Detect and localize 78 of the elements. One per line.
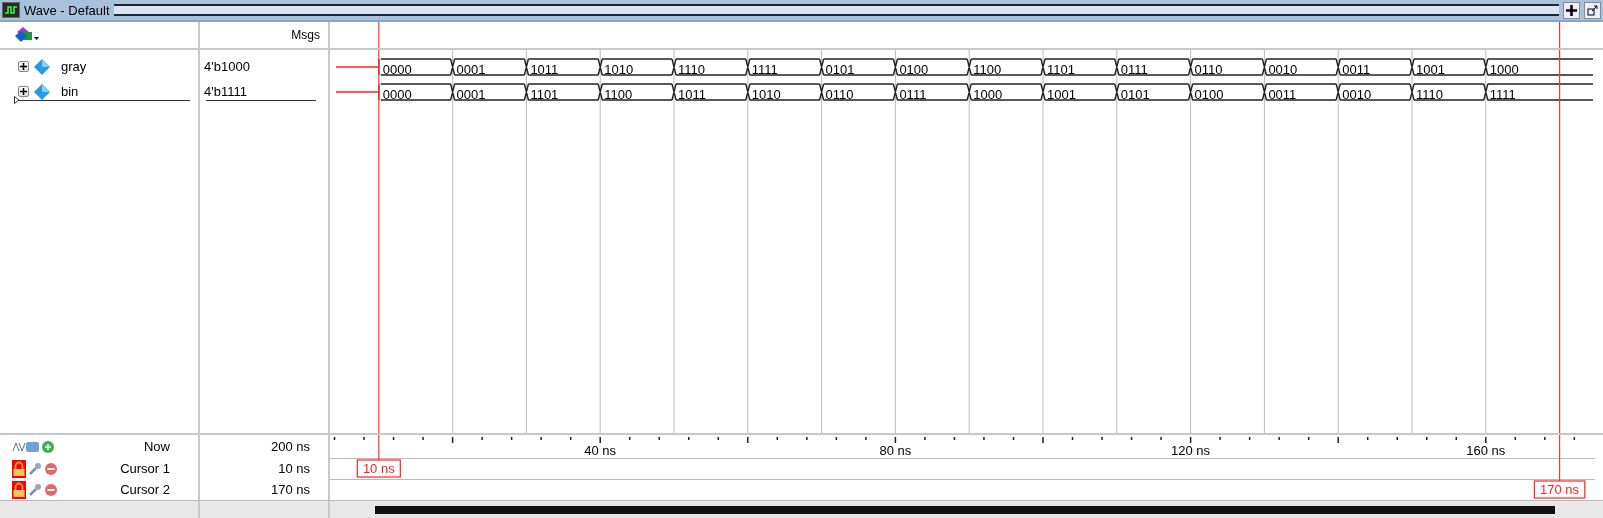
bus-value: 1000	[973, 87, 1003, 102]
bus-value: 0001	[456, 62, 486, 77]
bus-value: 0011	[1268, 87, 1297, 102]
cursor-marker[interactable]: 170 ns	[1533, 480, 1586, 499]
wrench-icon[interactable]	[28, 461, 42, 476]
bus-value: 1011	[530, 62, 559, 77]
bus-value: 1100	[604, 87, 633, 102]
bus-value: 1101	[1047, 62, 1075, 77]
bus-value: 0010	[1342, 87, 1372, 102]
bus-value: 0001	[456, 87, 486, 102]
bus-value: 1000	[1489, 62, 1519, 77]
signal-menu-icon[interactable]	[14, 26, 40, 44]
signal-name[interactable]: bin	[61, 84, 79, 99]
now-label: Now	[144, 439, 170, 454]
scrollbar[interactable]	[0, 500, 200, 518]
bus-value: 1110	[1416, 87, 1443, 102]
bus-value: 0000	[382, 87, 412, 102]
bus-value: 0111	[1120, 62, 1148, 77]
column-header: Msgs	[291, 28, 320, 42]
bus-value: 0011	[1342, 62, 1371, 77]
bus-value: 1100	[973, 62, 1002, 77]
bus-value: 0010	[1268, 62, 1298, 77]
bus-value: 1111	[1489, 87, 1516, 102]
bus-value: 1001	[1047, 87, 1076, 102]
signal-name[interactable]: gray	[61, 59, 87, 74]
cursor-line[interactable]	[378, 22, 380, 48]
title-grip[interactable]	[113, 4, 1559, 16]
bus-value: 0110	[825, 87, 854, 102]
bus-value: 1010	[604, 62, 634, 77]
expand-button[interactable]	[18, 86, 29, 97]
remove-icon[interactable]	[44, 461, 58, 476]
bus-value: 0111	[899, 87, 927, 102]
window-title: Wave - Default	[24, 2, 110, 18]
cursor-line[interactable]	[1559, 435, 1561, 458]
bus-value: 1101	[530, 87, 559, 102]
diamond-icon	[33, 57, 51, 76]
time-label: 80 ns	[879, 443, 912, 458]
wrench-icon[interactable]	[28, 482, 42, 497]
bus-value: 0110	[1194, 62, 1223, 77]
bus-value: 0100	[1194, 87, 1224, 102]
cursor-name: Cursor 2	[120, 482, 170, 497]
undock-icon	[1587, 4, 1598, 16]
cursor-marker[interactable]: 10 ns	[356, 459, 401, 478]
cursor-line[interactable]	[1559, 50, 1561, 433]
bus-value: 1001	[1416, 62, 1445, 77]
scrollbar[interactable]	[330, 500, 1603, 518]
lock-button[interactable]	[12, 480, 26, 499]
cursor-line[interactable]	[378, 50, 380, 433]
toolbar-icons[interactable]	[12, 438, 56, 455]
scrollbar[interactable]	[200, 500, 330, 518]
lock-button[interactable]	[12, 459, 26, 478]
cursor-line[interactable]	[1559, 458, 1561, 479]
cursor-value: 170 ns	[270, 482, 310, 497]
cursor-name: Cursor 1	[120, 461, 170, 476]
now-value: 200 ns	[270, 439, 310, 454]
bus-value: 0000	[382, 62, 412, 77]
add-button[interactable]	[1563, 1, 1580, 19]
bus-value: 1111	[751, 62, 778, 77]
signal-value: 4'b1111	[204, 84, 247, 99]
cursor-value: 10 ns	[278, 461, 310, 476]
signal-value: 4'b1000	[204, 59, 250, 74]
expand-button[interactable]	[18, 61, 29, 72]
undock-button[interactable]	[1584, 1, 1601, 19]
time-label: 120 ns	[1171, 443, 1211, 458]
bus-value: 1010	[751, 87, 781, 102]
bus-value: 0101	[825, 62, 855, 77]
bus-value: 1011	[678, 87, 706, 102]
window-icon	[2, 2, 20, 18]
remove-icon[interactable]	[44, 482, 58, 497]
cursor-line[interactable]	[378, 435, 380, 458]
bus-value: 0101	[1120, 87, 1150, 102]
plus-icon	[1566, 4, 1577, 16]
bus-value: 1110	[678, 62, 705, 77]
diamond-icon	[33, 82, 51, 101]
bus-value: 0100	[899, 62, 929, 77]
time-label: 40 ns	[584, 443, 617, 458]
cursor-line[interactable]	[1559, 479, 1561, 482]
time-label: 160 ns	[1466, 443, 1506, 458]
